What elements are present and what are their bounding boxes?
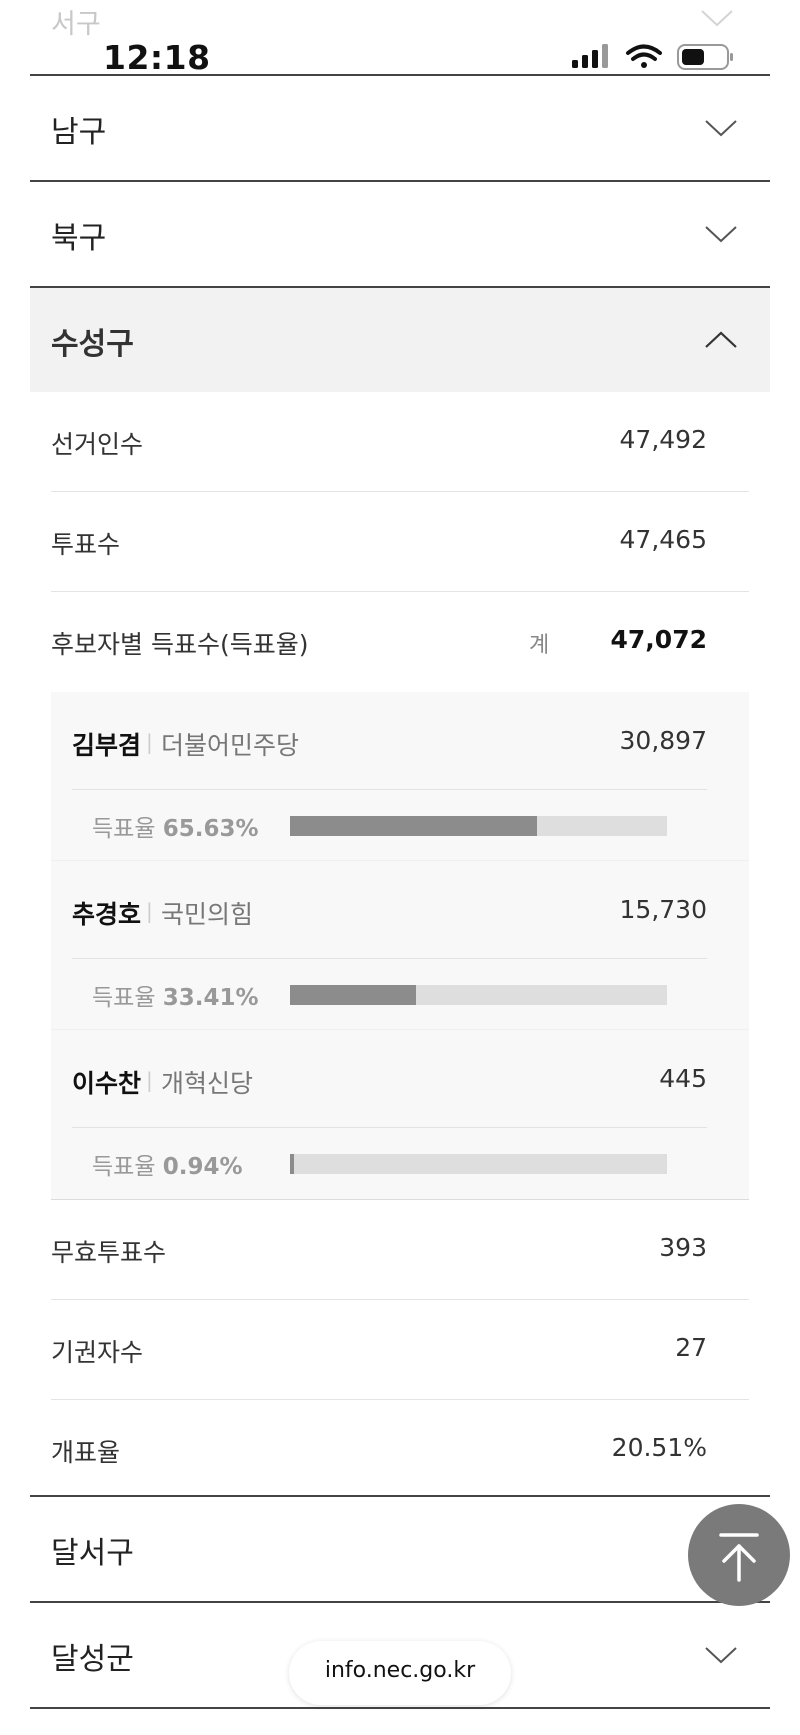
stat-row-invalid: 무효투표수 393 [51,1200,749,1300]
vote-rate-value: 65.63% [162,816,259,842]
district-accordion[interactable]: 남구 [30,74,770,180]
candidate-list: 김부겸 | 더불어민주당 30,897 득표율 65.63% 추경호 | 국민의… [51,692,749,1200]
stat-label: 선거인수 [51,430,144,459]
vote-rate-value: 33.41% [162,985,259,1011]
chevron-down-icon [705,120,737,137]
candidate-name: 추경호 [72,900,142,929]
chevron-down-icon [705,226,737,243]
candidate-party: 더불어민주당 [161,731,300,760]
stat-value: 393 [659,1233,707,1262]
vote-rate-bar-fill [290,985,416,1005]
divider [72,1127,707,1128]
district-label: 달성군 [51,1642,134,1677]
stat-label: 개표율 [51,1438,121,1467]
candidate-votes: 15,730 [619,895,707,924]
district-row-faded[interactable]: 서구 [0,0,800,40]
district-accordion[interactable]: 북구 [30,180,770,286]
scroll-top-button[interactable] [688,1504,790,1606]
arrow-up-to-top-icon [719,1533,759,1582]
district-header-dalseogu[interactable]: 달서구 [30,1497,770,1601]
vote-rate-bar [290,985,667,1005]
stat-row-count-rate: 개표율 20.51% [51,1400,749,1500]
stat-row-turnout: 투표수 47,465 [51,492,749,592]
vote-rate-bar [290,816,667,836]
status-bar: 12:18 [0,36,800,77]
stat-value: 20.51% [611,1433,707,1462]
sum-value: 47,072 [610,625,707,654]
vote-rate-label: 득표율 0.94% [92,1154,243,1180]
stat-row-abstain: 기권자수 27 [51,1300,749,1400]
district-header-bukgu[interactable]: 북구 [30,182,770,286]
district-label: 달서구 [51,1536,134,1571]
candidate-votes: 30,897 [619,726,707,755]
district-accordion[interactable]: 달서구 [30,1495,770,1601]
stat-value: 47,492 [619,425,707,454]
chevron-up-icon [705,331,737,348]
battery-icon [677,44,733,70]
stat-label: 투표수 [51,530,121,559]
url-bar[interactable]: info.nec.go.kr [289,1641,511,1705]
candidate-item: 추경호 | 국민의힘 15,730 득표율 33.41% [51,861,749,1030]
district-accordion-open[interactable]: 수성구 [30,286,770,392]
stat-value: 27 [675,1333,707,1362]
vote-rate-value: 0.94% [162,1154,243,1180]
divider [72,958,707,959]
chevron-down-icon [705,1647,737,1664]
candidate-name: 김부겸 [72,731,142,760]
stat-label: 후보자별 득표수(득표율) [51,630,309,659]
sum-label: 계 [529,633,550,658]
divider [72,789,707,790]
candidate-name: 이수찬 [72,1069,142,1098]
vote-rate-label: 득표율 33.41% [92,985,259,1011]
stat-value: 47,465 [619,525,707,554]
url-text: info.nec.go.kr [324,1658,476,1683]
chevron-down-icon [701,10,733,27]
vote-rate-bar-fill [290,816,538,836]
district-label: 남구 [51,115,107,150]
district-label: 북구 [51,221,107,256]
stat-row-electorate: 선거인수 47,492 [51,392,749,492]
candidate-votes: 445 [659,1064,707,1093]
candidate-party: 개혁신당 [161,1069,254,1098]
stat-row-candidate-votes: 후보자별 득표수(득표율) 계 47,072 [51,592,749,692]
separator: | [146,730,153,754]
district-header-namgu[interactable]: 남구 [30,76,770,180]
district-label: 수성구 [51,327,134,362]
district-header-suseonggu[interactable]: 수성구 [30,288,770,392]
district-detail: 선거인수 47,492 투표수 47,465 후보자별 득표수(득표율) 계 4… [51,392,749,1500]
vote-rate-label: 득표율 65.63% [92,816,259,842]
separator: | [146,1068,153,1092]
status-time: 12:18 [103,38,211,77]
candidate-item: 김부겸 | 더불어민주당 30,897 득표율 65.63% [51,692,749,861]
vote-rate-bar [290,1154,667,1174]
candidate-party: 국민의힘 [161,900,254,929]
candidate-item: 이수찬 | 개혁신당 445 득표율 0.94% [51,1030,749,1199]
separator: | [146,899,153,923]
signal-icon [572,44,608,68]
stat-label: 무효투표수 [51,1238,167,1267]
stat-label: 기권자수 [51,1338,144,1367]
wifi-icon [626,44,662,68]
vote-rate-bar-fill [290,1154,294,1174]
status-icons [572,44,733,70]
